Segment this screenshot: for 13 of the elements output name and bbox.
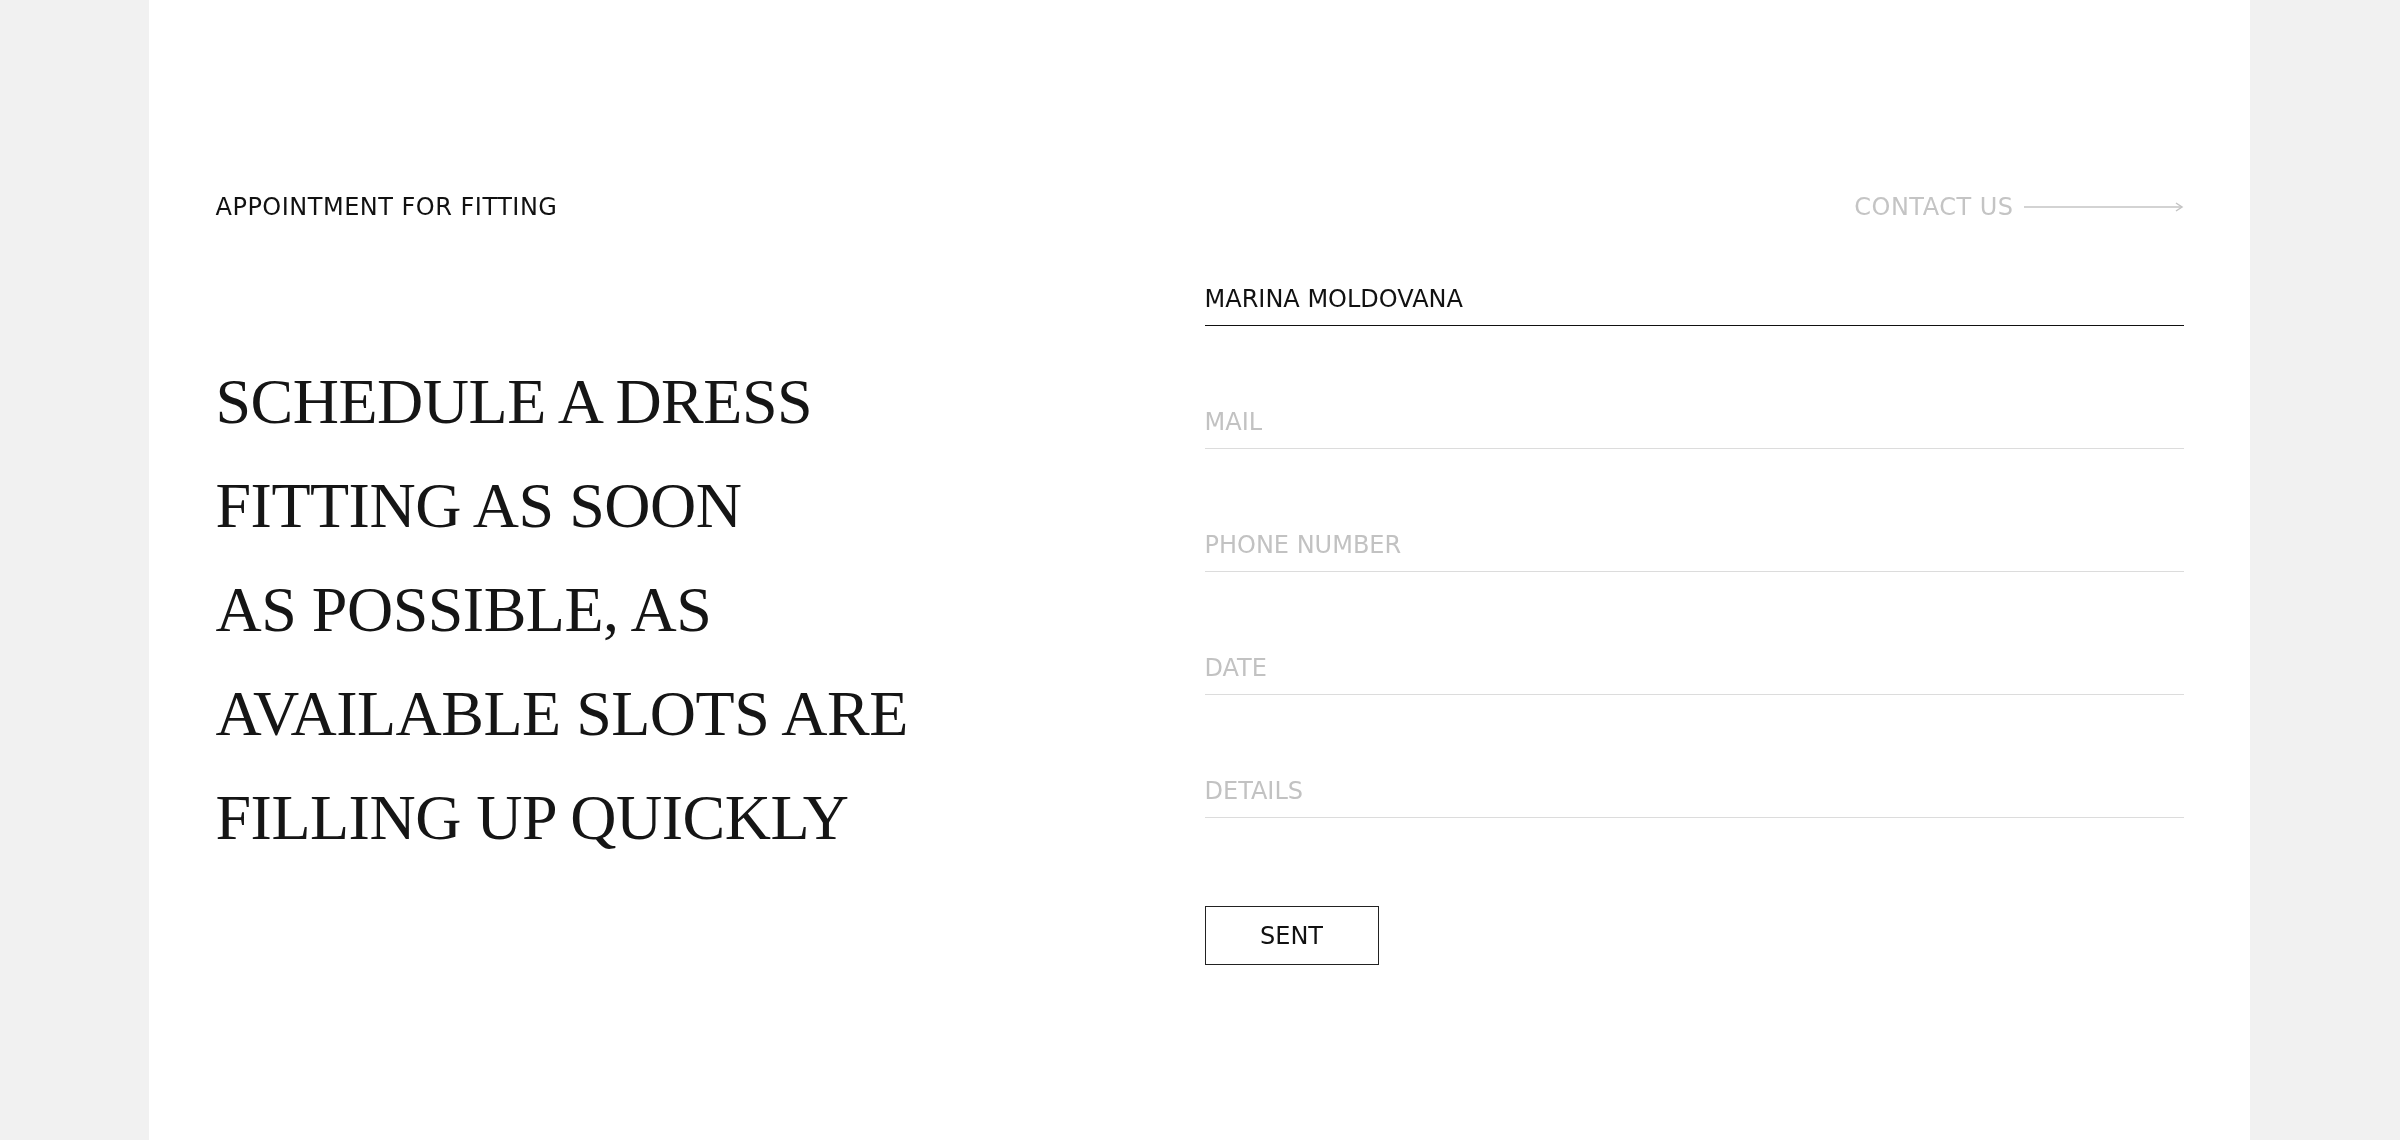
input-field[interactable]: MARINA MOLDOVANA xyxy=(1204,273,2184,326)
headline-line: SCHEDULE A DRESS xyxy=(215,365,813,439)
headline-line: FILLING UP QUICKLY xyxy=(215,781,849,855)
input-field[interactable]: MAIL xyxy=(1204,396,2184,449)
headline-line: AS POSSIBLE, AS xyxy=(215,573,712,647)
section-title: APPOINTMENT FOR FITTING xyxy=(215,193,558,221)
input-field[interactable]: DETAILS xyxy=(1204,765,2184,818)
send-button[interactable]: SENT xyxy=(1204,906,1379,965)
input-field[interactable]: DATE xyxy=(1204,642,2184,695)
headline-line: FITTING AS SOON xyxy=(215,469,742,543)
input-field[interactable]: PHONE NUMBER xyxy=(1204,519,2184,572)
headline-line: AVAILABLE SLOTS ARE xyxy=(215,677,908,751)
arrow-icon xyxy=(2023,202,2184,212)
